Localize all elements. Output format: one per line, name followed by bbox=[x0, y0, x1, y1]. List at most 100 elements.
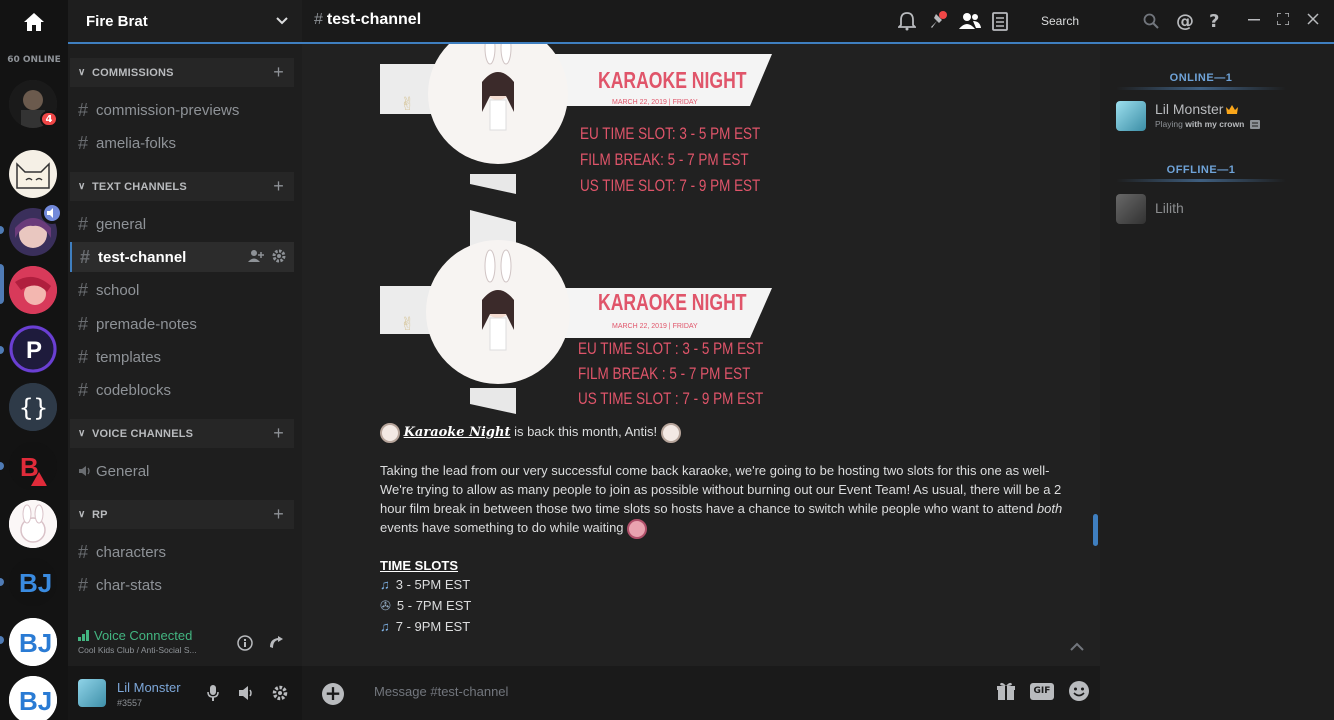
avatar[interactable] bbox=[78, 679, 106, 707]
guild-header[interactable]: Fire Brat bbox=[68, 0, 302, 44]
members-icon[interactable] bbox=[958, 11, 982, 31]
server-unread-pill bbox=[0, 636, 4, 644]
channel-test-channel[interactable]: # test-channel bbox=[70, 242, 294, 272]
emoji-smile-icon[interactable] bbox=[1068, 680, 1090, 702]
channel-label: General bbox=[96, 462, 150, 480]
help-icon[interactable]: ? bbox=[1208, 11, 1222, 31]
gift-icon[interactable] bbox=[996, 681, 1016, 701]
channel-commission-previews[interactable]: # commission-previews bbox=[70, 95, 294, 125]
headline-styled: Karaoke Night bbox=[403, 425, 511, 440]
chevron-down-icon bbox=[276, 17, 288, 25]
gif-button[interactable]: GIF bbox=[1030, 682, 1054, 700]
server-icon-cat[interactable] bbox=[9, 150, 57, 198]
offline-heading: OFFLINE—1 bbox=[1166, 164, 1236, 176]
bell-icon[interactable] bbox=[898, 11, 916, 31]
settings-gear-icon[interactable] bbox=[272, 685, 288, 701]
jump-up-chevron-icon[interactable] bbox=[1070, 642, 1084, 652]
mention-icon[interactable]: @ bbox=[1175, 11, 1195, 31]
channel-templates[interactable]: # templates bbox=[70, 342, 294, 372]
home-button[interactable] bbox=[0, 0, 68, 44]
member-name: Lil Monster bbox=[1155, 101, 1239, 117]
channel-header: # test-channel Search @ ? bbox=[302, 0, 1334, 44]
category-voice-channels[interactable]: ∨ VOICE CHANNELS + bbox=[70, 419, 294, 448]
add-channel-icon[interactable]: + bbox=[273, 423, 284, 444]
invite-user-icon[interactable] bbox=[248, 249, 264, 263]
channel-label: codeblocks bbox=[96, 381, 172, 399]
server-icon-bj-white[interactable]: BJ bbox=[9, 618, 57, 666]
list-item: ♫ 3 - 5PM EST bbox=[380, 575, 1085, 594]
message-input[interactable]: Message #test-channel bbox=[374, 684, 508, 699]
server-icon-bj-red[interactable]: B bbox=[9, 442, 57, 490]
voice-status-label: Voice Connected bbox=[94, 628, 193, 643]
online-heading: ONLINE—1 bbox=[1169, 72, 1233, 84]
add-channel-icon[interactable]: + bbox=[273, 62, 284, 83]
body-text: events have something to do while waitin… bbox=[380, 520, 624, 535]
discord-app: 60 ONLINE 4 P {} B BJ BJ BJ Fire Brat ∨ … bbox=[0, 0, 1334, 720]
svg-text:BJ: BJ bbox=[19, 568, 52, 598]
search-icon[interactable] bbox=[1143, 13, 1159, 29]
add-channel-icon[interactable]: + bbox=[273, 504, 284, 525]
channel-title-label: test-channel bbox=[326, 11, 422, 28]
search-placeholder: Search bbox=[1041, 14, 1080, 28]
add-channel-icon[interactable]: + bbox=[273, 176, 284, 197]
guild-name: Fire Brat bbox=[86, 12, 148, 30]
pin-icon[interactable] bbox=[930, 11, 948, 31]
category-commissions[interactable]: ∨ COMMISSIONS + bbox=[70, 58, 294, 87]
user-panel: Lil Monster #3557 bbox=[68, 666, 302, 720]
time-slots: TIME SLOTS ♫ 3 - 5PM EST ✇ 5 - 7PM EST ♫… bbox=[380, 556, 1085, 636]
upload-plus-button[interactable]: + bbox=[322, 683, 344, 705]
server-unread-pill bbox=[0, 346, 4, 354]
channel-general[interactable]: # general bbox=[70, 209, 294, 239]
channel-characters[interactable]: # characters bbox=[70, 537, 294, 567]
chat-area: ✌ KARAOKE NIGHT MARCH 22, 2019 | FRIDAY … bbox=[302, 44, 1100, 720]
event-banner-image[interactable]: ✌ KARAOKE NIGHT MARCH 22, 2019 | FRIDAY … bbox=[380, 210, 772, 414]
member-name-label: Lil Monster bbox=[1155, 101, 1224, 117]
channel-char-stats[interactable]: # char-stats bbox=[70, 570, 294, 600]
channel-codeblocks[interactable]: # codeblocks bbox=[70, 375, 294, 405]
voice-location[interactable]: Cool Kids Club / Anti-Social S... bbox=[78, 645, 197, 655]
channel-title: # test-channel bbox=[314, 11, 421, 29]
home-icon bbox=[24, 13, 44, 31]
member-list: ONLINE—1 Lil Monster Playing with my cro… bbox=[1100, 44, 1334, 720]
banner-date: MARCH 22, 2019 | FRIDAY bbox=[612, 323, 698, 330]
server-selected-pill bbox=[0, 264, 4, 304]
member-item[interactable]: Lilith bbox=[1116, 190, 1326, 230]
microphone-icon[interactable] bbox=[206, 685, 220, 701]
channel-premade-notes[interactable]: # premade-notes bbox=[70, 309, 294, 339]
category-rp[interactable]: ∨ RP + bbox=[70, 500, 294, 529]
status-game: with my crown bbox=[1185, 119, 1245, 129]
svg-text:BJ: BJ bbox=[19, 628, 52, 658]
scrollbar-thumb[interactable] bbox=[1093, 514, 1098, 546]
close-icon[interactable] bbox=[1307, 13, 1319, 25]
server-icon-codeblocks[interactable]: {} bbox=[9, 383, 57, 431]
voice-channel-general[interactable]: General bbox=[70, 456, 294, 486]
gear-icon[interactable] bbox=[272, 249, 286, 263]
svg-text:P: P bbox=[26, 337, 42, 364]
server-icon-bunny[interactable] bbox=[9, 500, 57, 548]
server-unread-pill bbox=[0, 578, 4, 586]
headphones-icon[interactable] bbox=[238, 685, 254, 701]
minimize-icon[interactable] bbox=[1248, 19, 1260, 21]
user-tag: #3557 bbox=[117, 698, 143, 708]
voice-status[interactable]: Voice Connected bbox=[78, 628, 192, 643]
category-label: COMMISSIONS bbox=[92, 66, 174, 79]
channel-school[interactable]: # school bbox=[70, 275, 294, 305]
voice-connection-panel: Voice Connected Cool Kids Club / Anti-So… bbox=[68, 620, 302, 666]
rich-presence-icon bbox=[1249, 120, 1260, 130]
channel-amelia-folks[interactable]: # amelia-folks bbox=[70, 128, 294, 158]
info-icon[interactable] bbox=[236, 634, 254, 652]
disconnect-icon[interactable] bbox=[267, 634, 285, 652]
server-icon-red-hair[interactable] bbox=[9, 266, 57, 314]
member-item[interactable]: Lil Monster Playing with my crown bbox=[1116, 97, 1326, 137]
banner-line: EU TIME SLOT : 3 - 5 PM EST bbox=[578, 340, 763, 359]
headline-rest: is back this month, Antis! bbox=[510, 424, 658, 439]
banner-title: KARAOKE NIGHT bbox=[598, 290, 747, 316]
server-icon-bj-blue[interactable]: BJ bbox=[9, 558, 57, 606]
notes-icon[interactable] bbox=[992, 11, 1008, 31]
event-banner-image[interactable]: ✌ KARAOKE NIGHT MARCH 22, 2019 | FRIDAY … bbox=[380, 44, 772, 212]
server-icon-p[interactable]: P bbox=[9, 325, 57, 373]
category-text-channels[interactable]: ∨ TEXT CHANNELS + bbox=[70, 172, 294, 201]
hash-icon: # bbox=[78, 313, 89, 334]
server-icon-bj-white-2[interactable]: BJ bbox=[9, 676, 57, 720]
maximize-icon[interactable] bbox=[1277, 13, 1289, 25]
